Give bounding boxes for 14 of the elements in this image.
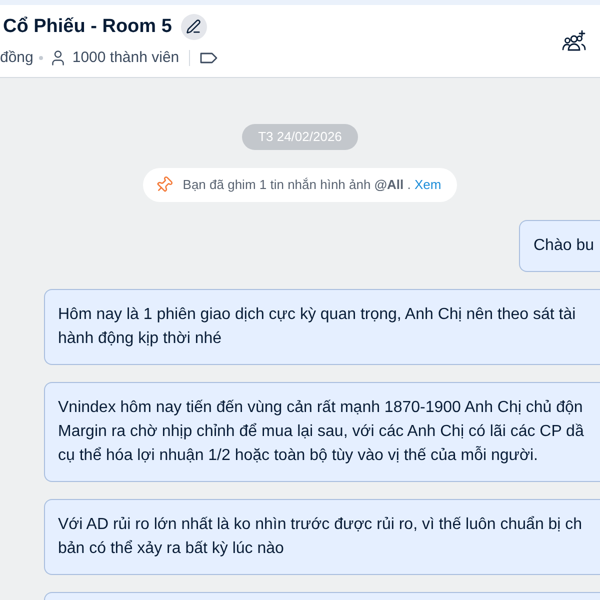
view-link[interactable]: Xem [414, 177, 442, 192]
message-text: Chào bu [534, 236, 594, 256]
tag-icon[interactable] [200, 52, 218, 64]
edit-name-button[interactable] [180, 14, 207, 40]
date-separator: T3 24/02/2026 [242, 124, 358, 150]
message-text: Vnindex hôm nay tiến đến vùng cản rất mạnh 1870-1900 Anh Chị chủ độn Margin ra chờ nhịp chỉnh để mua lại sau, với các Anh Chị có lãi các CP dầ cụ thể hóa lợi nhuận 1/2 hoặc toàn bộ tùy vào vị thế của mỗi người. [58, 398, 585, 466]
group-title: Cổ Phiếu - Room 5 [3, 14, 172, 38]
pin-notice-text: Bạn đã ghim 1 tin nhắn hình ảnh @All . Xem [182, 176, 442, 194]
member-count[interactable]: 1000 thành viên [72, 47, 180, 70]
status-text: đồng [0, 48, 34, 68]
pencil-icon [186, 19, 202, 34]
message-text: Với AD rủi ro lớn nhất là ko nhìn trước được rủi ro, vì thế luôn chuẩn bị ch bản có thể xảy ra bất kỳ lúc nào [58, 515, 584, 559]
add-member-icon[interactable] [562, 30, 586, 52]
message-text: Hôm nay là 1 phiên giao dịch cực kỳ quan trọng, Anh Chị nên theo sát tài hành động kịp thời nhé [58, 305, 577, 349]
